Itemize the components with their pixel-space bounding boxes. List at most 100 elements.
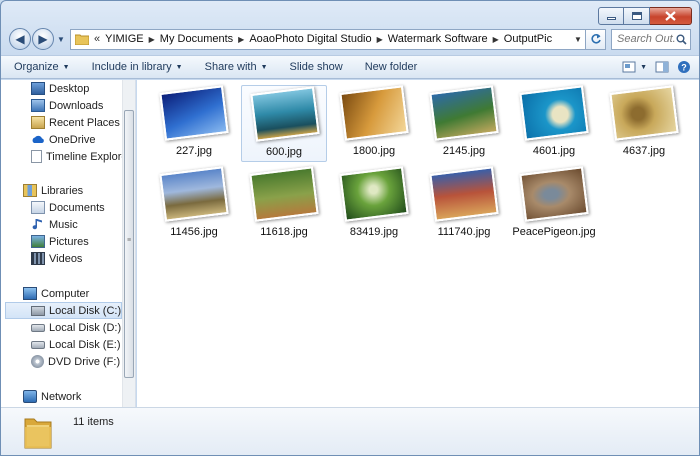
dvd-drive-icon bbox=[31, 355, 44, 368]
image-thumbnail bbox=[159, 85, 229, 141]
nav-label: Desktop bbox=[49, 82, 90, 95]
forward-button[interactable]: ▶ bbox=[32, 28, 54, 50]
nav-label: Timeline Explorer bbox=[46, 150, 132, 163]
nav-label: Music bbox=[49, 218, 78, 231]
nav-item-desktop[interactable]: Desktop bbox=[31, 80, 89, 97]
nav-item-dvd-drive[interactable]: DVD Drive (F:) PE bbox=[31, 353, 135, 370]
explorer-window: ◀ ▶ ▼ « YIMIGE ▶ My Documents ▶ AoaoPhot… bbox=[0, 0, 700, 456]
search-icon bbox=[676, 34, 687, 45]
nav-item-local-disk-e[interactable]: Local Disk (E:) bbox=[31, 336, 121, 353]
nav-scrollbar-thumb[interactable]: ≡ bbox=[124, 110, 134, 378]
file-name: 11456.jpg bbox=[170, 226, 218, 238]
drive-icon bbox=[31, 340, 45, 349]
crumb-separator-icon[interactable]: ▶ bbox=[237, 35, 245, 44]
preview-pane-icon bbox=[655, 61, 669, 73]
crumb-my-documents[interactable]: My Documents bbox=[156, 33, 237, 45]
back-button[interactable]: ◀ bbox=[9, 28, 31, 50]
address-dropdown[interactable]: ▼ bbox=[571, 30, 585, 49]
nav-item-onedrive[interactable]: OneDrive bbox=[31, 131, 95, 148]
items-count: 11 items bbox=[73, 416, 114, 428]
file-tile[interactable]: 2145.jpg bbox=[421, 85, 507, 162]
new-folder-button[interactable]: New folder bbox=[365, 61, 418, 73]
minimize-button[interactable] bbox=[598, 7, 624, 25]
include-in-library-label: Include in library bbox=[91, 61, 172, 73]
close-button[interactable] bbox=[650, 7, 692, 25]
nav-scrollbar[interactable]: ≡ bbox=[122, 80, 135, 407]
crumb-yimige[interactable]: YIMIGE bbox=[101, 33, 148, 45]
documents-icon bbox=[31, 201, 45, 214]
nav-label: Recent Places bbox=[49, 116, 120, 129]
computer-icon bbox=[23, 287, 37, 300]
file-name: 2145.jpg bbox=[442, 145, 486, 157]
folder-icon bbox=[24, 418, 52, 449]
address-bar[interactable]: « YIMIGE ▶ My Documents ▶ AoaoPhoto Digi… bbox=[70, 28, 586, 50]
refresh-button[interactable] bbox=[586, 28, 606, 50]
music-note-icon bbox=[32, 219, 42, 230]
nav-item-pictures[interactable]: Pictures bbox=[31, 233, 89, 250]
help-button[interactable]: ? bbox=[677, 60, 691, 74]
crumb-separator-icon[interactable]: ▶ bbox=[376, 35, 384, 44]
search-input[interactable] bbox=[617, 33, 675, 45]
videos-icon bbox=[31, 252, 45, 265]
share-with-label: Share with bbox=[204, 61, 257, 73]
chevron-down-icon: ▼ bbox=[574, 34, 582, 44]
nav-item-music[interactable]: Music bbox=[31, 216, 78, 233]
forward-arrow-icon: ▶ bbox=[38, 32, 48, 46]
crumb-separator-icon[interactable]: ▶ bbox=[492, 35, 500, 44]
file-tile[interactable]: 11456.jpg bbox=[151, 166, 237, 243]
file-tile[interactable]: 83419.jpg bbox=[331, 166, 417, 243]
file-name: 4637.jpg bbox=[622, 145, 666, 157]
nav-item-network[interactable]: Network bbox=[23, 388, 81, 405]
nav-item-recent-places[interactable]: Recent Places bbox=[31, 114, 120, 131]
crumb-outputpic[interactable]: OutputPic bbox=[500, 33, 556, 45]
chevron-down-icon: ▼ bbox=[640, 63, 647, 71]
file-tile[interactable]: PeacePigeon.jpg bbox=[511, 166, 597, 243]
file-tile[interactable]: 1800.jpg bbox=[331, 85, 417, 162]
image-thumbnail bbox=[339, 85, 409, 141]
organize-label: Organize bbox=[14, 61, 59, 73]
maximize-button[interactable] bbox=[624, 7, 650, 25]
view-controls: ▼ ? bbox=[614, 60, 699, 74]
downloads-icon bbox=[31, 99, 45, 112]
nav-item-computer[interactable]: Computer bbox=[23, 285, 89, 302]
nav-item-videos[interactable]: Videos bbox=[31, 250, 82, 267]
crumb-watermark-software[interactable]: Watermark Software bbox=[384, 33, 492, 45]
file-list: 227.jpg 600.jpg 1800.jpg 2145.jpg 4601.j… bbox=[137, 80, 699, 407]
nav-item-documents[interactable]: Documents bbox=[31, 199, 105, 216]
file-tile[interactable]: 4601.jpg bbox=[511, 85, 597, 162]
nav-label: Local Disk (D:) bbox=[49, 321, 122, 334]
nav-item-libraries[interactable]: Libraries bbox=[23, 182, 83, 199]
search-box[interactable] bbox=[611, 28, 691, 50]
organize-menu[interactable]: Organize ▼ bbox=[14, 61, 70, 73]
file-tile[interactable]: 11618.jpg bbox=[241, 166, 327, 243]
nav-label: OneDrive bbox=[49, 133, 96, 146]
crumb-separator-icon[interactable]: ▶ bbox=[148, 35, 156, 44]
nav-label: Libraries bbox=[41, 184, 84, 197]
details-pane: 11 items bbox=[1, 407, 699, 455]
nav-item-timeline-explorer[interactable]: Timeline Explorer bbox=[31, 148, 131, 165]
file-tile[interactable]: 227.jpg bbox=[151, 85, 237, 162]
nav-item-local-disk-d[interactable]: Local Disk (D:) bbox=[31, 319, 121, 336]
navigation-pane: Desktop Downloads Recent Places OneDrive… bbox=[1, 80, 136, 407]
change-view-button[interactable]: ▼ bbox=[622, 61, 647, 73]
preview-pane-button[interactable] bbox=[655, 61, 669, 73]
nav-label: Network bbox=[41, 390, 82, 403]
file-tile[interactable]: 4637.jpg bbox=[601, 85, 687, 162]
recent-places-icon bbox=[31, 116, 45, 129]
crumb-aoaophoto[interactable]: AoaoPhoto Digital Studio bbox=[245, 33, 375, 45]
slide-show-button[interactable]: Slide show bbox=[290, 61, 343, 73]
include-in-library-menu[interactable]: Include in library ▼ bbox=[92, 61, 183, 73]
nav-item-downloads[interactable]: Downloads bbox=[31, 97, 103, 114]
address-overflow[interactable]: « bbox=[93, 33, 101, 45]
nav-label: Downloads bbox=[49, 99, 104, 112]
file-name: 111740.jpg bbox=[437, 226, 491, 238]
network-icon bbox=[23, 390, 37, 403]
file-tile[interactable]: 111740.jpg bbox=[421, 166, 507, 243]
file-tile[interactable]: 600.jpg bbox=[241, 85, 327, 162]
image-thumbnail bbox=[250, 86, 320, 142]
image-thumbnail bbox=[249, 166, 319, 222]
nav-item-local-disk-c[interactable]: Local Disk (C:) bbox=[5, 302, 122, 319]
recent-pages-dropdown[interactable]: ▼ bbox=[54, 28, 68, 50]
image-thumbnail bbox=[429, 85, 499, 141]
share-with-menu[interactable]: Share with ▼ bbox=[205, 61, 268, 73]
